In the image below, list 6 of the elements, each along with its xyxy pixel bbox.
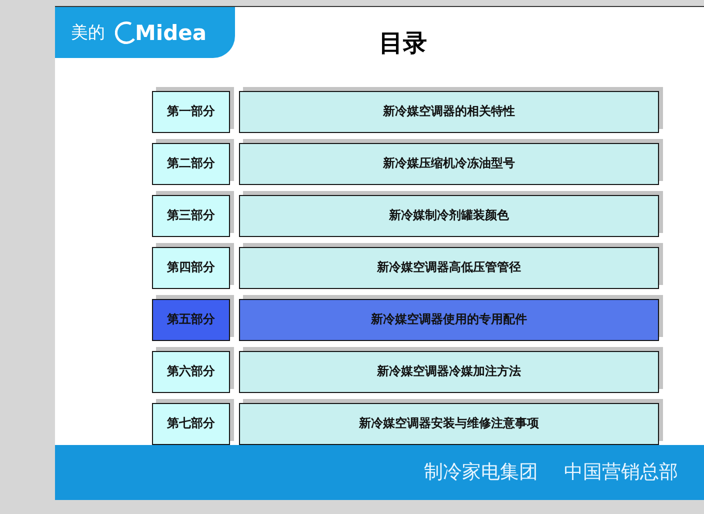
logo-text: 美的	[71, 22, 105, 44]
footer-text: 中国营销总部	[564, 460, 678, 486]
swoosh-icon	[115, 20, 137, 44]
logo-text: Midea	[135, 20, 207, 44]
slide-title: 目录	[379, 28, 427, 59]
footer-text: 制冷家电集团	[424, 460, 538, 486]
